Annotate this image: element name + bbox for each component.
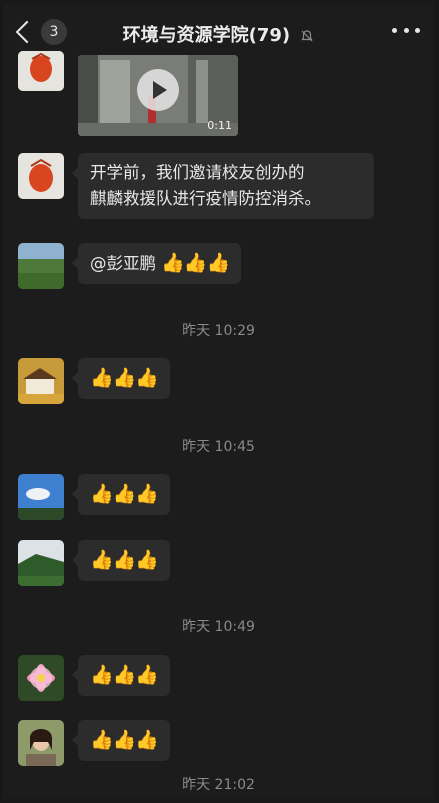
timestamp: 昨天 21:02 [182,777,255,793]
avatar[interactable] [18,358,64,404]
avatar[interactable] [18,655,64,701]
chat-title-text: 环境与资源学院(79) [122,25,291,46]
chat-header: 3 环境与资源学院(79) [3,3,434,59]
thumbs-up-emoji: 👍👍👍 [90,367,159,389]
more-dot [415,27,420,33]
message-bubble[interactable]: @彭亚鹏 👍👍👍 [71,243,242,284]
timestamp: 昨天 10:49 [182,619,255,635]
more-options-button[interactable] [392,23,420,37]
thumbs-up-emoji: 👍👍👍 [90,729,159,751]
message-bubble[interactable]: 开学前，我们邀请校友创办的 麒麟救援队进行疫情防控消杀。 [72,153,374,219]
thumbs-up-emoji: 👍👍👍 [90,549,159,571]
lotus-avatar-image [18,655,64,701]
avatar[interactable] [18,720,64,766]
avatar[interactable] [18,153,64,199]
house-avatar-image [18,358,64,404]
message-bubble[interactable]: 👍👍👍 [72,358,170,399]
chat-title: 环境与资源学院(79) [3,21,434,47]
message-bubble[interactable]: 👍👍👍 [72,655,170,696]
video-message[interactable]: 0:11 [78,55,238,136]
persimmon-avatar-image [18,51,64,91]
avatar[interactable] [18,474,64,520]
message-text: 麒麟救援队进行疫情防控消杀。 [90,189,321,208]
avatar[interactable] [18,51,64,91]
play-icon[interactable] [137,69,179,111]
persimmon-avatar-image [18,153,64,199]
timestamp: 昨天 10:29 [182,323,255,339]
message-bubble[interactable]: 👍👍👍 [72,720,170,761]
message-bubble[interactable]: 👍👍👍 [72,474,170,515]
chat-window: 3 环境与资源学院(79) 0:11 开学前，我们邀请校友创办的 麒麟救援队进行… [3,3,434,799]
more-dots-icon [392,27,397,33]
sky-avatar-image [18,474,64,520]
thumbs-up-emoji: 👍👍👍 [161,252,230,274]
message-bubble[interactable]: 👍👍👍 [72,540,170,581]
bell-muted-icon [301,30,314,42]
more-dot [403,27,409,33]
timestamp: 昨天 10:45 [182,439,255,455]
thumbs-up-emoji: 👍👍👍 [90,664,159,686]
mention-text[interactable]: @彭亚鹏 [90,254,156,273]
thumbs-up-emoji: 👍👍👍 [90,483,159,505]
landscape-avatar-image [18,243,64,289]
portrait-avatar-image [18,720,64,766]
message-text: 开学前，我们邀请校友创办的 [90,163,305,182]
mountain-avatar-image [18,540,64,586]
avatar[interactable] [18,540,64,586]
video-duration: 0:11 [207,119,232,132]
avatar[interactable] [18,243,64,289]
